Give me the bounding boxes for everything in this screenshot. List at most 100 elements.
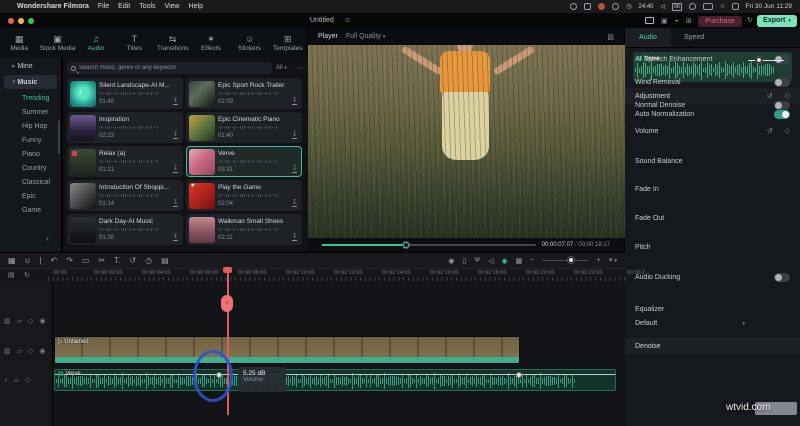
download-icon[interactable]: ↧ — [172, 166, 178, 173]
close-window-button[interactable] — [8, 18, 14, 24]
timeline-tool-icon[interactable]: ▦ — [8, 256, 16, 265]
track-manager-dropdown[interactable]: ≡ ▾ — [608, 257, 617, 264]
download-icon[interactable]: ↧ — [172, 98, 178, 105]
music-card[interactable]: Epic Sport Rock Trailer 02:09 ↧ — [186, 78, 302, 109]
asset-tab[interactable]: ▣ Stock Media — [38, 28, 76, 58]
timeline-tool-icon[interactable]: ▯ — [462, 257, 466, 265]
download-icon[interactable]: ↧ — [291, 234, 297, 241]
track-header-audio-1[interactable]: ♪ ▱ ◇ — [4, 376, 30, 385]
volume-rubber-band[interactable] — [55, 371, 615, 378]
timeline-tool-icon[interactable]: ▤ — [161, 256, 169, 265]
sidebar-item-music[interactable]: ▾ Music — [4, 75, 57, 89]
download-icon[interactable]: ↧ — [172, 200, 178, 207]
menu-item[interactable]: Help — [189, 3, 203, 10]
user-icon[interactable] — [731, 3, 739, 10]
zoom-out-icon[interactable]: − — [530, 257, 534, 264]
snap-icon[interactable]: ▤ — [8, 271, 15, 279]
playhead-handle[interactable]: × — [221, 295, 233, 312]
music-card[interactable]: Epic Cinematic Piano 01:40 ↧ — [186, 112, 302, 143]
download-icon[interactable]: ↧ — [172, 234, 178, 241]
asset-tab[interactable]: ✶ Effects — [192, 28, 230, 58]
asset-tab[interactable]: ▦ Media — [0, 28, 38, 58]
category-item[interactable]: Summer — [0, 105, 61, 119]
minimize-window-button[interactable] — [18, 18, 24, 24]
timeline-tool-icon[interactable]: ◉ — [448, 257, 454, 265]
denoise-toggle[interactable] — [774, 78, 790, 87]
export-button[interactable]: Export ▾ — [757, 14, 797, 27]
track-header-video-1[interactable]: ▥ ▱ ◇ ◉ — [4, 347, 46, 355]
download-icon[interactable]: ↧ — [291, 200, 297, 207]
timeline-tool-icon[interactable]: T. — [114, 256, 120, 265]
download-icon[interactable]: ↧ — [291, 98, 297, 105]
status-icon-3[interactable] — [598, 3, 606, 10]
timeline-tool-icon[interactable]: ↺ — [129, 256, 136, 265]
volume-keyframe-icon[interactable]: ◇ — [785, 127, 790, 135]
properties-tab[interactable]: Speed — [671, 28, 717, 47]
display-icon[interactable] — [645, 17, 654, 24]
music-card[interactable]: Play the Game 02:04 ↧ — [186, 180, 302, 211]
category-item[interactable]: Trending — [0, 91, 61, 105]
status-icon-2[interactable] — [584, 3, 592, 10]
music-card[interactable]: Dark Day-AI Music 01:30 ↧ — [67, 214, 183, 245]
volume-reset-icon[interactable]: ↺ — [767, 127, 773, 135]
timeline-tool-icon[interactable]: Ψ — [474, 257, 480, 265]
keyboard-shortcut-icon[interactable]: ▦ — [516, 257, 523, 265]
zoom-window-button[interactable] — [28, 18, 34, 24]
strip-slider[interactable] — [748, 57, 784, 63]
track-header-video-2[interactable]: ▥ ▱ ◇ ◉ — [4, 317, 46, 325]
timeline-tool-icon[interactable]: ∪ — [25, 256, 31, 265]
sidebar-scrollbar[interactable] — [58, 120, 60, 154]
category-item[interactable]: Game — [0, 203, 61, 217]
timeline-ruler[interactable]: ▤ ↻ 00:00 00:00:02:00 00:00:04:00 00:00:06:… — [0, 268, 645, 282]
volume-icon[interactable]: ◁ — [661, 3, 666, 10]
video-preview[interactable] — [308, 45, 625, 238]
status-icon-1[interactable] — [570, 3, 578, 10]
color-scope-icon[interactable]: ▧ — [607, 33, 614, 41]
timeline-tool-icon[interactable]: ↷ — [66, 256, 73, 265]
music-card[interactable]: Verve 03:31 ↧ — [186, 146, 302, 177]
search-bar[interactable]: Search mood, genre or any keyword — [67, 62, 272, 74]
sidebar-item-mine[interactable]: ▸ Mine — [0, 58, 61, 73]
download-icon[interactable]: ↧ — [291, 166, 297, 173]
timeline-zoom-slider[interactable] — [542, 257, 589, 263]
more-options-icon[interactable]: ⋯ — [296, 64, 303, 72]
download-icon[interactable]: ↧ — [291, 132, 297, 139]
status-icon-5[interactable] — [689, 3, 697, 10]
asset-tab[interactable]: ⊞ Templates — [269, 28, 307, 58]
render-preview-icon[interactable]: ↻ — [24, 271, 30, 279]
media-icon[interactable]: ▣ — [661, 17, 668, 25]
quality-dropdown[interactable]: Full Quality ▾ — [346, 33, 385, 40]
category-item[interactable]: Piano — [0, 147, 61, 161]
equalizer-preset-dropdown[interactable]: Default ▾ — [635, 320, 745, 327]
audio-clip[interactable]: ▤ Verve — [54, 369, 616, 391]
menu-item[interactable]: File — [98, 3, 109, 10]
timeline-tool-icon[interactable]: ◷ — [145, 256, 152, 265]
asset-tab[interactable]: ⇆ Transitions — [154, 28, 192, 58]
timeline-tool-icon[interactable]: ✂ — [98, 256, 105, 265]
audio-ducking-toggle[interactable] — [774, 273, 790, 282]
category-item[interactable]: Epic — [0, 189, 61, 203]
music-card[interactable]: Relax (a) 01:21 ↧ — [67, 146, 183, 177]
search-status-icon[interactable]: ○ — [720, 3, 724, 10]
download-icon[interactable]: ↧ — [172, 132, 178, 139]
category-item[interactable]: Funny — [0, 133, 61, 147]
purchase-button[interactable]: Purchase — [698, 15, 742, 27]
cloud-icon[interactable]: ◒ — [675, 17, 679, 25]
timeline-tool-icon[interactable]: ↶ — [51, 256, 58, 265]
asset-tab[interactable]: ♫ Audio — [77, 28, 115, 58]
video-clip[interactable]: ▷ Untamed — [54, 336, 520, 364]
app-menu-title[interactable]: Wondershare Filmora — [17, 3, 89, 10]
layout-icon[interactable]: ⊞ — [686, 17, 692, 25]
volume-handle-2[interactable] — [516, 371, 522, 378]
music-card[interactable]: Walkman Small Shoes 02:11 ↧ — [186, 214, 302, 245]
playback-progress-bar[interactable] — [322, 242, 536, 248]
category-item[interactable]: Country — [0, 161, 61, 175]
category-item[interactable]: Classical — [0, 175, 61, 189]
asset-tab[interactable]: T Titles — [115, 28, 153, 58]
menu-item[interactable]: Edit — [118, 3, 130, 10]
asset-tab[interactable]: ☺ Stickers — [230, 28, 268, 58]
status-icon-4[interactable] — [612, 3, 620, 10]
timeline-tool-icon[interactable]: ◁ — [488, 257, 493, 265]
project-settings-icon[interactable]: ⊙ — [345, 17, 350, 24]
progress-knob[interactable] — [403, 242, 410, 248]
